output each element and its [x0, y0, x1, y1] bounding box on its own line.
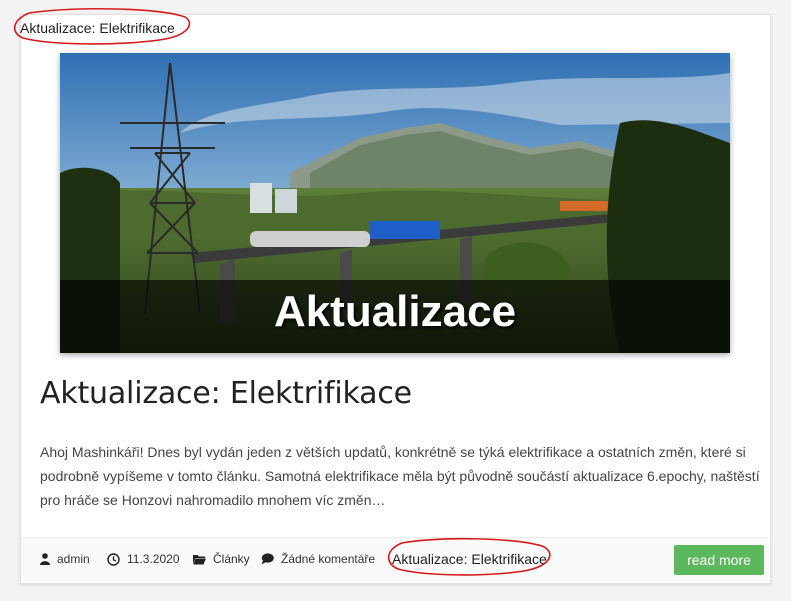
category-link[interactable]: Články [213, 552, 250, 566]
image-caption: Aktualizace [273, 287, 517, 336]
meta-category[interactable]: Články [193, 552, 250, 566]
excerpt-text: Ahoj Mashinkáři! Dnes byl vydán jeden z … [40, 444, 760, 508]
post-excerpt: Ahoj Mashinkáři! Dnes byl vydán jeden z … [40, 440, 760, 512]
comment-icon [261, 553, 274, 565]
post-date: 11.3.2020 [127, 552, 180, 566]
meta-tag[interactable]: Aktualizace: Elektrifikace [392, 551, 547, 567]
read-more-button[interactable]: read more [674, 545, 764, 575]
tag-link[interactable]: Aktualizace: Elektrifikace [392, 551, 547, 567]
folder-icon [193, 554, 206, 565]
meta-date: 11.3.2020 [107, 552, 180, 566]
meta-comments[interactable]: Žádné komentáře [261, 552, 375, 566]
author-name[interactable]: admin [57, 552, 90, 566]
post-title[interactable]: Aktualizace: Elektrifikace [40, 376, 412, 411]
comments-link[interactable]: Žádné komentáře [281, 552, 375, 566]
featured-image[interactable]: Aktualizace [60, 53, 730, 353]
user-icon [40, 553, 50, 565]
meta-author[interactable]: admin [40, 552, 90, 566]
top-post-label[interactable]: Aktualizace: Elektrifikace [20, 20, 175, 36]
clock-icon [107, 552, 120, 566]
